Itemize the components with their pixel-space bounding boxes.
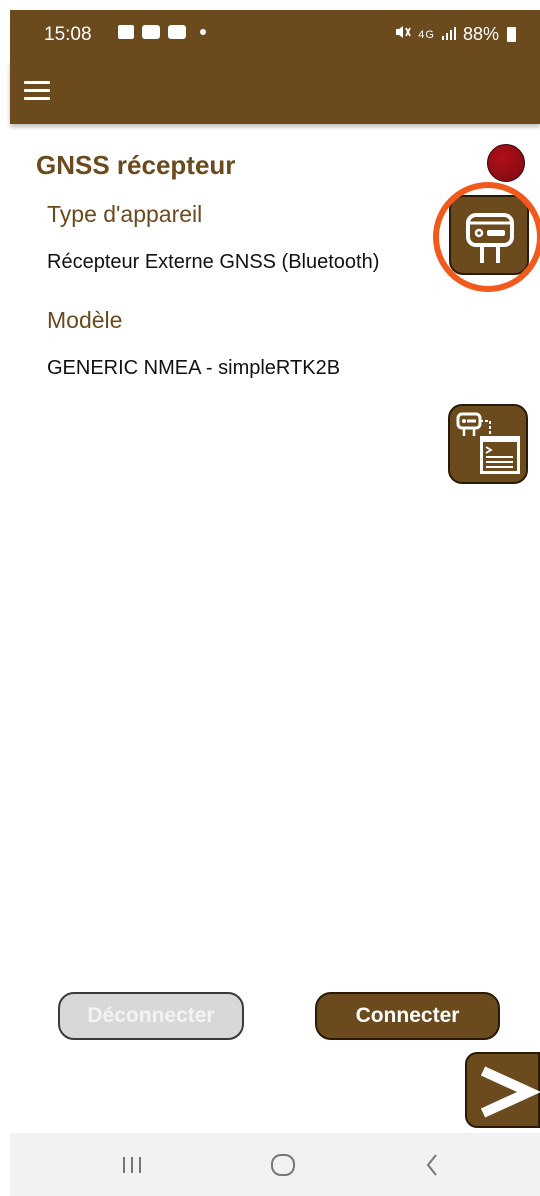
- connect-button[interactable]: Connecter: [315, 992, 500, 1040]
- notification-icons: [118, 25, 206, 39]
- receiver-config-icon: [456, 412, 520, 474]
- battery-percent: 88%: [462, 24, 499, 44]
- more-notifications-icon: [200, 29, 206, 35]
- model-label: Modèle: [47, 307, 123, 333]
- missed-call-notification-icon: [142, 25, 160, 39]
- system-icons: 4G 88%: [394, 24, 516, 45]
- section-title: GNSS récepteur: [36, 150, 236, 180]
- gnss-receiver-icon: [466, 213, 514, 263]
- message-notification-icon: [168, 25, 186, 39]
- mute-icon: [394, 24, 412, 45]
- image-notification-icon: [118, 25, 134, 39]
- home-icon[interactable]: [268, 1145, 298, 1190]
- battery-icon: [507, 27, 516, 42]
- app-bar: [10, 60, 540, 124]
- status-time: 15:08: [44, 24, 92, 45]
- chevron-right-icon: [480, 1066, 540, 1118]
- hamburger-menu-icon[interactable]: [24, 79, 50, 101]
- status-bar: 15:08 4G 88%: [10, 10, 540, 60]
- model-config-button[interactable]: [448, 404, 528, 484]
- device-type-button[interactable]: [449, 195, 529, 275]
- next-button[interactable]: [465, 1052, 540, 1128]
- network-type: 4G: [418, 28, 435, 41]
- recents-icon[interactable]: [120, 1145, 144, 1190]
- back-icon[interactable]: [422, 1145, 442, 1190]
- model-value: GENERIC NMEA - simpleRTK2B: [47, 357, 341, 379]
- disconnect-button[interactable]: Déconnecter: [58, 992, 244, 1040]
- device-type-value: Récepteur Externe GNSS (Bluetooth): [47, 251, 380, 273]
- device-type-label: Type d'appareil: [47, 201, 203, 227]
- connection-status-indicator: [487, 144, 525, 182]
- signal-icon: [441, 24, 457, 45]
- system-nav-bar: [10, 1133, 540, 1196]
